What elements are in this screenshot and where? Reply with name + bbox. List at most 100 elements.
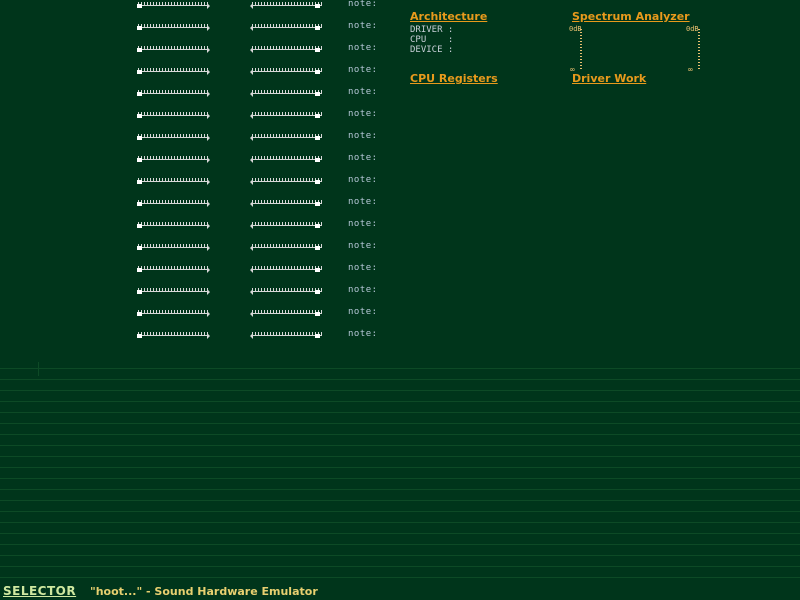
pan-slider[interactable] — [250, 220, 324, 230]
slider-knob[interactable] — [137, 136, 142, 140]
pan-slider[interactable] — [250, 88, 324, 98]
slider-knob[interactable] — [137, 48, 142, 52]
volume-slider[interactable] — [136, 330, 210, 340]
volume-slider[interactable] — [136, 264, 210, 274]
slider-knob[interactable] — [315, 4, 320, 8]
channel-row: note: — [0, 175, 400, 198]
slider-knob[interactable] — [315, 136, 320, 140]
pan-slider[interactable] — [250, 154, 324, 164]
volume-slider[interactable] — [136, 308, 210, 318]
slider-knob[interactable] — [137, 312, 142, 316]
slider-knob[interactable] — [315, 26, 320, 30]
pan-slider[interactable] — [250, 66, 324, 76]
slider-knob[interactable] — [137, 224, 142, 228]
slider-end-arrow-icon — [207, 179, 210, 185]
volume-slider[interactable] — [136, 176, 210, 186]
slider-knob[interactable] — [137, 4, 142, 8]
slider-knob[interactable] — [315, 202, 320, 206]
pan-slider[interactable] — [250, 44, 324, 54]
slider-track — [138, 335, 208, 336]
volume-slider[interactable] — [136, 44, 210, 54]
slider-knob[interactable] — [137, 92, 142, 96]
slider-end-arrow-icon — [250, 135, 253, 141]
slider-end-arrow-icon — [207, 91, 210, 97]
pan-slider[interactable] — [250, 22, 324, 32]
channel-row: note: — [0, 43, 400, 66]
slider-knob[interactable] — [137, 246, 142, 250]
slider-knob[interactable] — [315, 246, 320, 250]
volume-slider[interactable] — [136, 242, 210, 252]
pan-slider[interactable] — [250, 132, 324, 142]
pan-slider[interactable] — [250, 0, 324, 10]
pan-slider[interactable] — [250, 264, 324, 274]
slider-end-arrow-icon — [207, 289, 210, 295]
slider-knob[interactable] — [137, 268, 142, 272]
volume-slider[interactable] — [136, 220, 210, 230]
pan-slider[interactable] — [250, 198, 324, 208]
note-label: note: — [348, 21, 378, 31]
slider-track — [138, 247, 208, 248]
selector-button[interactable]: SELECTOR — [3, 584, 76, 598]
volume-slider[interactable] — [136, 132, 210, 142]
slider-knob[interactable] — [137, 114, 142, 118]
slider-knob[interactable] — [137, 334, 142, 338]
slider-end-arrow-icon — [250, 179, 253, 185]
output-divider — [38, 362, 39, 376]
slider-track — [138, 71, 208, 72]
slider-end-arrow-icon — [250, 113, 253, 119]
pan-slider[interactable] — [250, 308, 324, 318]
pan-slider[interactable] — [250, 242, 324, 252]
volume-slider[interactable] — [136, 22, 210, 32]
volume-slider[interactable] — [136, 198, 210, 208]
slider-end-arrow-icon — [250, 201, 253, 207]
slider-knob[interactable] — [137, 158, 142, 162]
slider-knob[interactable] — [315, 158, 320, 162]
slider-knob[interactable] — [315, 114, 320, 118]
driver-label: DRIVER : — [410, 25, 454, 35]
volume-slider[interactable] — [136, 0, 210, 10]
slider-track — [252, 49, 322, 50]
note-label: note: — [348, 241, 378, 251]
slider-knob[interactable] — [315, 290, 320, 294]
cpu-registers-title[interactable]: CPU Registers — [410, 72, 498, 85]
slider-knob[interactable] — [315, 268, 320, 272]
slider-track — [252, 335, 322, 336]
channel-row: note: — [0, 285, 400, 308]
slider-knob[interactable] — [315, 312, 320, 316]
slider-knob[interactable] — [315, 180, 320, 184]
volume-slider[interactable] — [136, 286, 210, 296]
slider-end-arrow-icon — [207, 157, 210, 163]
slider-knob[interactable] — [315, 70, 320, 74]
architecture-title[interactable]: Architecture — [410, 10, 487, 23]
pan-slider[interactable] — [250, 176, 324, 186]
slider-track — [138, 225, 208, 226]
slider-knob[interactable] — [315, 92, 320, 96]
slider-knob[interactable] — [137, 290, 142, 294]
slider-end-arrow-icon — [250, 311, 253, 317]
slider-knob[interactable] — [315, 334, 320, 338]
slider-knob[interactable] — [137, 180, 142, 184]
driver-work-title[interactable]: Driver Work — [572, 72, 646, 85]
pan-slider[interactable] — [250, 110, 324, 120]
volume-slider[interactable] — [136, 110, 210, 120]
slider-knob[interactable] — [137, 202, 142, 206]
slider-end-arrow-icon — [250, 91, 253, 97]
note-label: note: — [348, 131, 378, 141]
volume-slider[interactable] — [136, 66, 210, 76]
volume-slider[interactable] — [136, 88, 210, 98]
pan-slider[interactable] — [250, 286, 324, 296]
spectrum-analyzer: 0dB 0dB ∞ ∞ — [569, 25, 704, 74]
slider-track — [138, 5, 208, 6]
slider-knob[interactable] — [315, 224, 320, 228]
note-label: note: — [348, 219, 378, 229]
note-label: note: — [348, 175, 378, 185]
volume-slider[interactable] — [136, 154, 210, 164]
pan-slider[interactable] — [250, 330, 324, 340]
slider-knob[interactable] — [315, 48, 320, 52]
channel-row: note: — [0, 219, 400, 242]
channel-row: note: — [0, 153, 400, 176]
spectrum-analyzer-title[interactable]: Spectrum Analyzer — [572, 10, 690, 23]
slider-knob[interactable] — [137, 70, 142, 74]
slider-knob[interactable] — [137, 26, 142, 30]
slider-end-arrow-icon — [207, 25, 210, 31]
